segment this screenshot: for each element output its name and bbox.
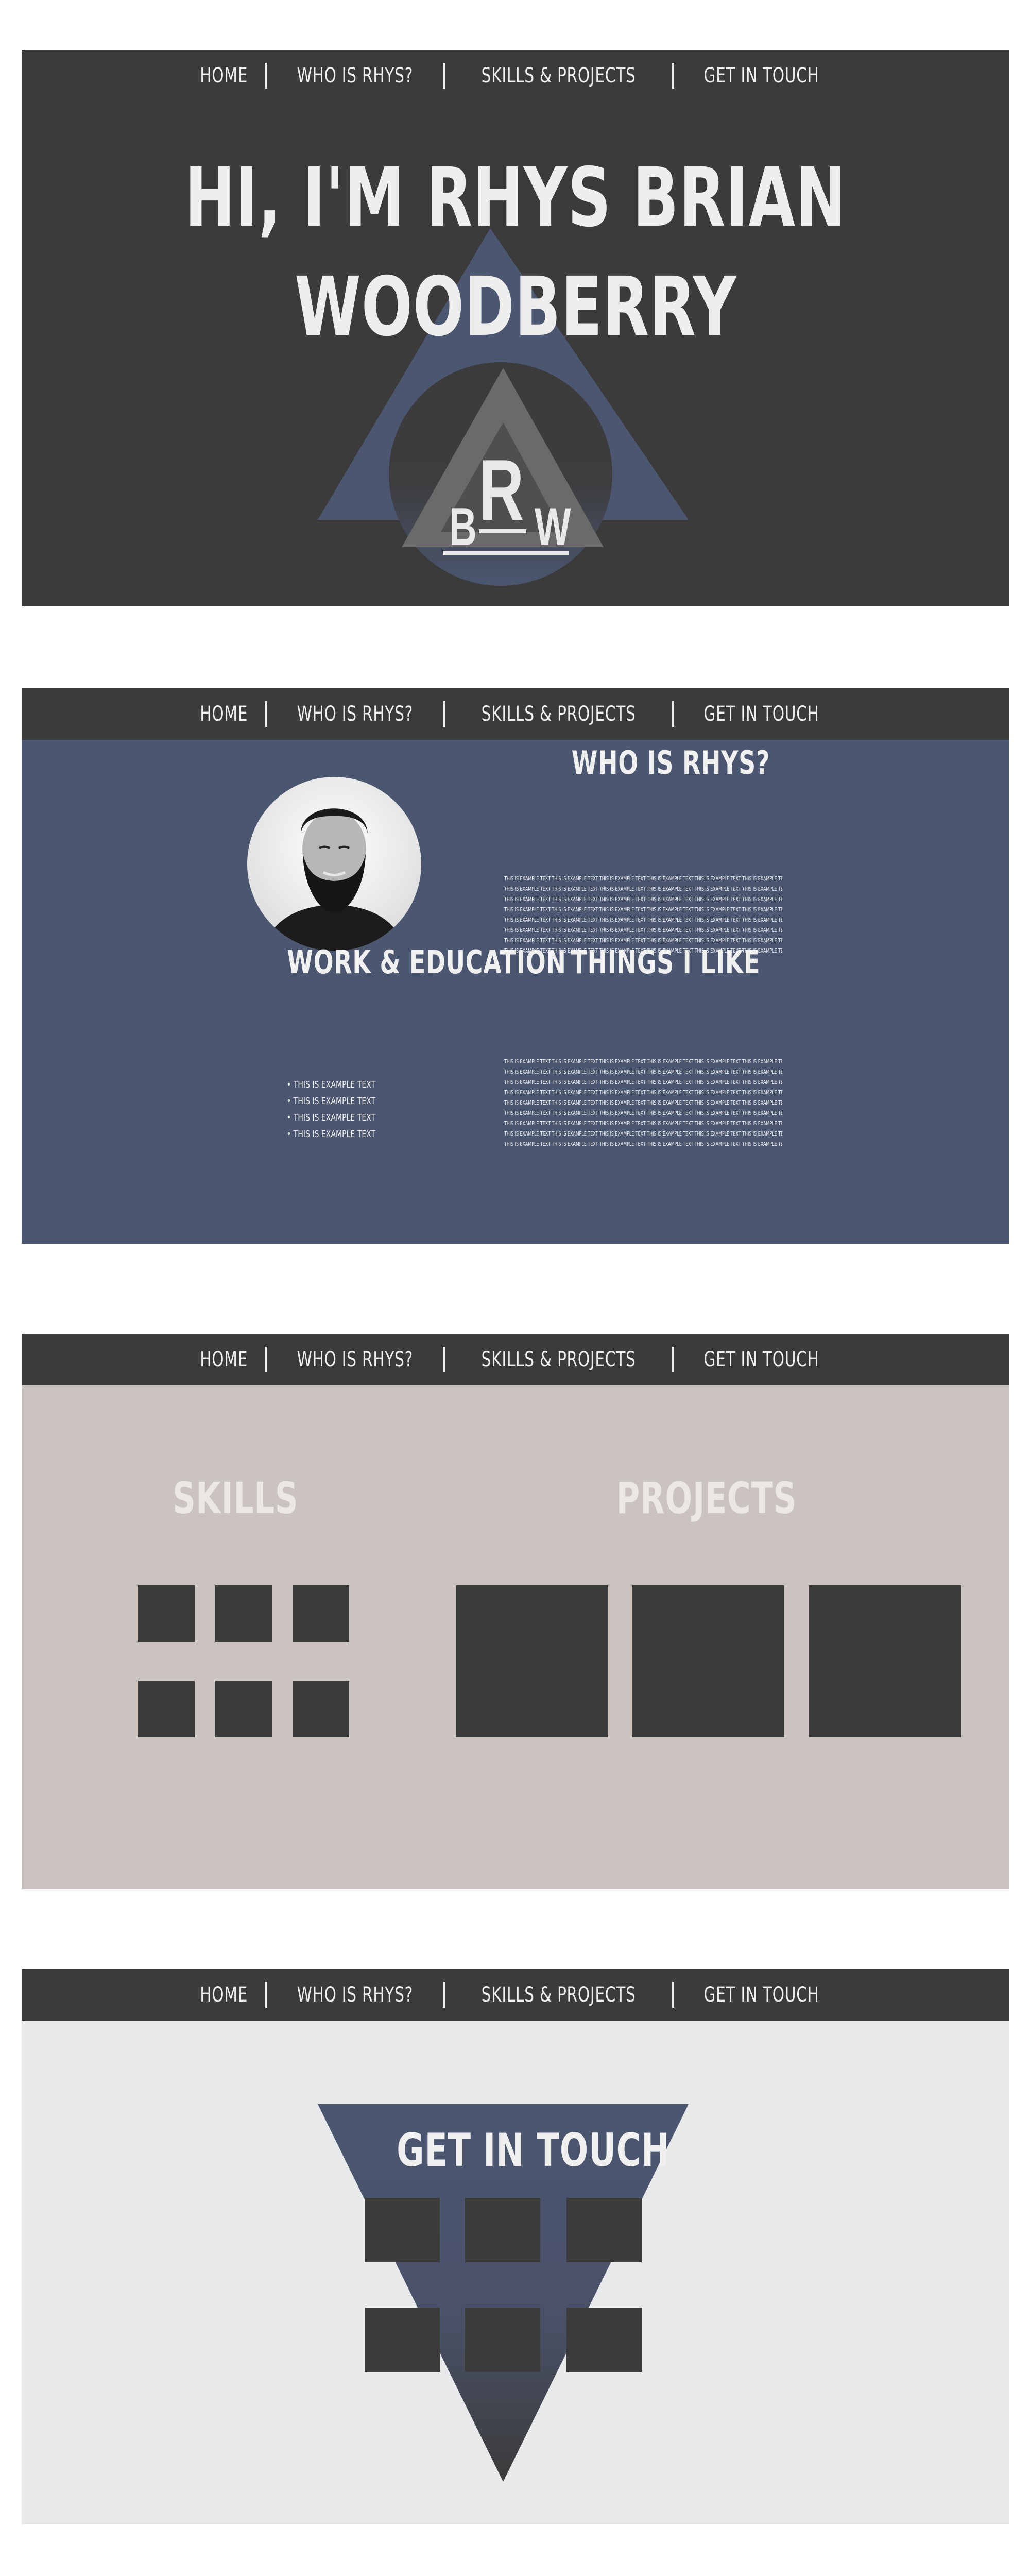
skill-tile[interactable] xyxy=(293,1585,349,1642)
contact-icon-button[interactable] xyxy=(365,2198,440,2262)
skills-heading: SKILLS xyxy=(172,1473,299,1523)
skills-projects-section: HOME WHO IS RHYS? SKILLS & PROJECTS GET … xyxy=(22,1334,1009,1889)
nav-skills-link[interactable]: SKILLS & PROJECTS xyxy=(452,702,665,726)
sample-text-line: THIS IS EXAMPLE TEXT THIS IS EXAMPLE TEX… xyxy=(504,1079,782,1086)
top-navigation: HOME WHO IS RHYS? SKILLS & PROJECTS GET … xyxy=(22,688,1009,740)
nav-who-link[interactable]: WHO IS RHYS? xyxy=(274,1348,436,1371)
hero-section: HOME WHO IS RHYS? SKILLS & PROJECTS GET … xyxy=(22,50,1009,606)
work-education-heading: WORK & EDUCATION xyxy=(287,943,566,981)
project-tile[interactable] xyxy=(456,1585,608,1737)
project-tile[interactable] xyxy=(632,1585,784,1737)
hero-heading-line2: WOODBERRY xyxy=(294,260,737,354)
sample-text-line: THIS IS EXAMPLE TEXT THIS IS EXAMPLE TEX… xyxy=(504,875,782,882)
nav-contact-link[interactable]: GET IN TOUCH xyxy=(681,702,842,726)
nav-contact-link[interactable]: GET IN TOUCH xyxy=(681,1348,842,1371)
skill-tile[interactable] xyxy=(215,1681,272,1737)
skill-tile[interactable] xyxy=(293,1681,349,1737)
nav-divider xyxy=(265,1347,268,1372)
nav-who-link[interactable]: WHO IS RHYS? xyxy=(274,702,436,726)
nav-home-link[interactable]: HOME xyxy=(190,1348,258,1371)
sample-text-line: THIS IS EXAMPLE TEXT THIS IS EXAMPLE TEX… xyxy=(504,1120,782,1127)
sample-text-line: THIS IS EXAMPLE TEXT THIS IS EXAMPLE TEX… xyxy=(504,1130,782,1137)
sample-text-line: THIS IS EXAMPLE TEXT THIS IS EXAMPLE TEX… xyxy=(504,927,782,934)
logo-letter-r: R xyxy=(479,442,524,539)
list-item: • THIS IS EXAMPLE TEXT xyxy=(287,1096,376,1107)
top-navigation: HOME WHO IS RHYS? SKILLS & PROJECTS GET … xyxy=(22,1334,1009,1385)
sample-text-line: THIS IS EXAMPLE TEXT THIS IS EXAMPLE TEX… xyxy=(504,896,782,903)
list-item: • THIS IS EXAMPLE TEXT xyxy=(287,1129,376,1140)
contact-icon-button[interactable] xyxy=(566,2308,642,2372)
contact-icon-button[interactable] xyxy=(365,2308,440,2372)
about-section: HOME WHO IS RHYS? SKILLS & PROJECTS GET … xyxy=(22,688,1009,1244)
logo-letter-w: W xyxy=(535,497,571,557)
sample-text-line: THIS IS EXAMPLE TEXT THIS IS EXAMPLE TEX… xyxy=(504,1089,782,1096)
who-is-rhys-heading: WHO IS RHYS? xyxy=(571,744,770,782)
nav-home-link[interactable]: HOME xyxy=(190,702,258,726)
nav-divider xyxy=(442,701,445,727)
contact-icon-button[interactable] xyxy=(566,2198,642,2262)
logo-underline-short xyxy=(479,529,526,533)
skill-tile[interactable] xyxy=(215,1585,272,1642)
skill-tile[interactable] xyxy=(138,1585,195,1642)
work-education-list: • THIS IS EXAMPLE TEXT • THIS IS EXAMPLE… xyxy=(287,1077,401,1143)
contact-icon-button[interactable] xyxy=(465,2198,540,2262)
list-item: • THIS IS EXAMPLE TEXT xyxy=(287,1079,376,1090)
sample-text-line: THIS IS EXAMPLE TEXT THIS IS EXAMPLE TEX… xyxy=(504,906,782,913)
get-in-touch-heading: GET IN TOUCH xyxy=(397,2124,670,2177)
projects-heading: PROJECTS xyxy=(616,1473,797,1523)
project-tile[interactable] xyxy=(809,1585,961,1737)
sample-text-line: THIS IS EXAMPLE TEXT THIS IS EXAMPLE TEX… xyxy=(504,1099,782,1106)
things-i-like-heading: THINGS I LIKE xyxy=(571,943,760,981)
sample-text-line: THIS IS EXAMPLE TEXT THIS IS EXAMPLE TEX… xyxy=(504,1110,782,1116)
contact-section: HOME WHO IS RHYS? SKILLS & PROJECTS GET … xyxy=(22,1969,1009,2524)
nav-divider xyxy=(442,1347,445,1372)
sample-text-line: THIS IS EXAMPLE TEXT THIS IS EXAMPLE TEX… xyxy=(504,917,782,923)
nav-divider xyxy=(672,1347,675,1372)
contact-icon-button[interactable] xyxy=(465,2308,540,2372)
things-i-like-paragraph: THIS IS EXAMPLE TEXT THIS IS EXAMPLE TEX… xyxy=(504,1057,782,1149)
sample-text-line: THIS IS EXAMPLE TEXT THIS IS EXAMPLE TEX… xyxy=(504,1069,782,1075)
hero-heading-line1: HI, I'M RHYS BRIAN xyxy=(184,150,847,245)
list-item: • THIS IS EXAMPLE TEXT xyxy=(287,1112,376,1123)
logo-underline-long xyxy=(443,551,569,555)
sample-text-line: THIS IS EXAMPLE TEXT THIS IS EXAMPLE TEX… xyxy=(504,1141,782,1147)
nav-skills-link[interactable]: SKILLS & PROJECTS xyxy=(452,1348,665,1371)
logo-letter-b: B xyxy=(449,497,477,557)
nav-divider xyxy=(265,701,268,727)
nav-divider xyxy=(672,701,675,727)
profile-photo-avatar xyxy=(247,777,421,951)
sample-text-line: THIS IS EXAMPLE TEXT THIS IS EXAMPLE TEX… xyxy=(504,1058,782,1065)
skill-tile[interactable] xyxy=(138,1681,195,1737)
sample-text-line: THIS IS EXAMPLE TEXT THIS IS EXAMPLE TEX… xyxy=(504,886,782,892)
